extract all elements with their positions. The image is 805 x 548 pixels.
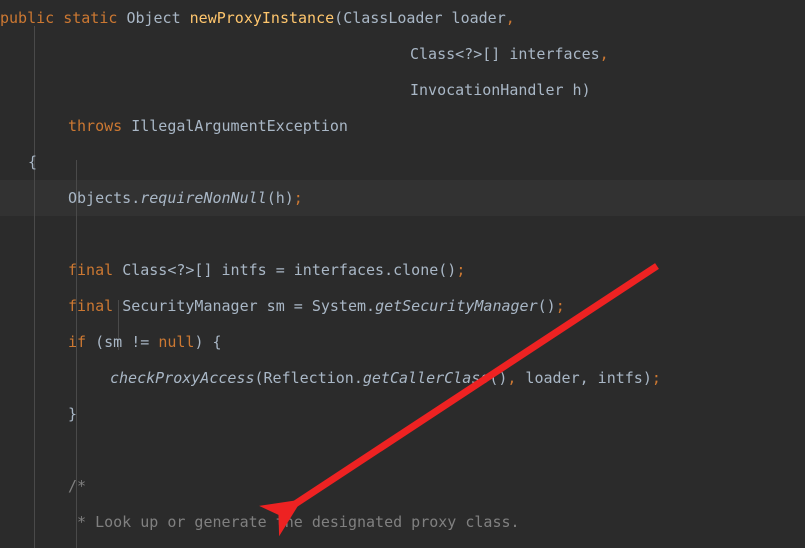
code-token: * Look up or generate the designated pro…: [68, 513, 520, 531]
code-token: final: [68, 297, 114, 315]
code-token: (): [489, 369, 508, 387]
code-token: ClassLoader loader: [343, 9, 506, 27]
code-token: (: [334, 9, 344, 27]
code-token: (h): [266, 189, 294, 207]
code-line[interactable]: [0, 432, 805, 468]
code-token: ;: [456, 261, 466, 279]
code-line[interactable]: }: [0, 396, 805, 432]
code-line[interactable]: {: [0, 144, 805, 180]
code-line[interactable]: throws IllegalArgumentException: [0, 108, 805, 144]
code-token: .: [353, 369, 363, 387]
code-line[interactable]: final SecurityManager sm = System.getSec…: [0, 288, 805, 324]
code-token: (Reflection: [254, 369, 354, 387]
code-text-layer[interactable]: public static Object newProxyInstance(Cl…: [0, 0, 805, 548]
code-token: ): [581, 81, 591, 99]
code-token: SecurityManager sm = System: [122, 297, 367, 315]
code-token: Objects: [68, 189, 132, 207]
code-line[interactable]: */: [0, 540, 805, 548]
code-token: ;: [555, 297, 565, 315]
code-token: loader, intfs): [516, 369, 652, 387]
code-line[interactable]: if (sm != null) {: [0, 324, 805, 360]
code-token: ;: [651, 369, 661, 387]
code-token: }: [68, 405, 78, 423]
code-token: throws: [68, 117, 123, 135]
code-token: Class<?>[] interfaces: [410, 45, 600, 63]
code-token: Object: [126, 9, 181, 27]
code-token: Class<?>[] intfs = interfaces: [122, 261, 385, 279]
code-token: clone(): [393, 261, 457, 279]
code-token: ) {: [194, 333, 222, 351]
code-token: !=: [131, 333, 150, 351]
code-token: {: [28, 153, 38, 171]
code-token: (): [537, 297, 556, 315]
code-line[interactable]: checkProxyAccess(Reflection.getCallerCla…: [0, 360, 805, 396]
code-token: final: [68, 261, 114, 279]
code-token: InvocationHandler h: [410, 81, 582, 99]
code-line[interactable]: /*: [0, 468, 805, 504]
code-line[interactable]: * Look up or generate the designated pro…: [0, 504, 805, 540]
code-token: (sm: [86, 333, 132, 351]
code-token: getCallerClass: [362, 369, 490, 387]
code-token: .: [131, 189, 141, 207]
code-line[interactable]: Class<?>[] interfaces,: [0, 36, 805, 72]
code-editor-screenshot: public static Object newProxyInstance(Cl…: [0, 0, 805, 548]
code-token: ,: [505, 9, 515, 27]
code-line[interactable]: Objects.requireNonNull(h);: [0, 180, 805, 216]
code-token: newProxyInstance: [189, 9, 335, 27]
code-token: IllegalArgumentException: [131, 117, 348, 135]
code-line[interactable]: public static Object newProxyInstance(Cl…: [0, 0, 805, 36]
code-line[interactable]: [0, 216, 805, 252]
code-token: ;: [293, 189, 303, 207]
code-token: null: [158, 333, 195, 351]
code-token: if: [68, 333, 87, 351]
code-token: ,: [599, 45, 609, 63]
code-token: checkProxyAccess: [110, 369, 255, 387]
code-line[interactable]: InvocationHandler h): [0, 72, 805, 108]
code-token: getSecurityManager: [375, 297, 538, 315]
code-token: .: [384, 261, 394, 279]
code-token: .: [366, 297, 376, 315]
code-token: public: [0, 9, 55, 27]
code-token: requireNonNull: [140, 189, 267, 207]
code-token: static: [63, 9, 118, 27]
code-line[interactable]: final Class<?>[] intfs = interfaces.clon…: [0, 252, 805, 288]
code-token: /*: [68, 477, 87, 495]
